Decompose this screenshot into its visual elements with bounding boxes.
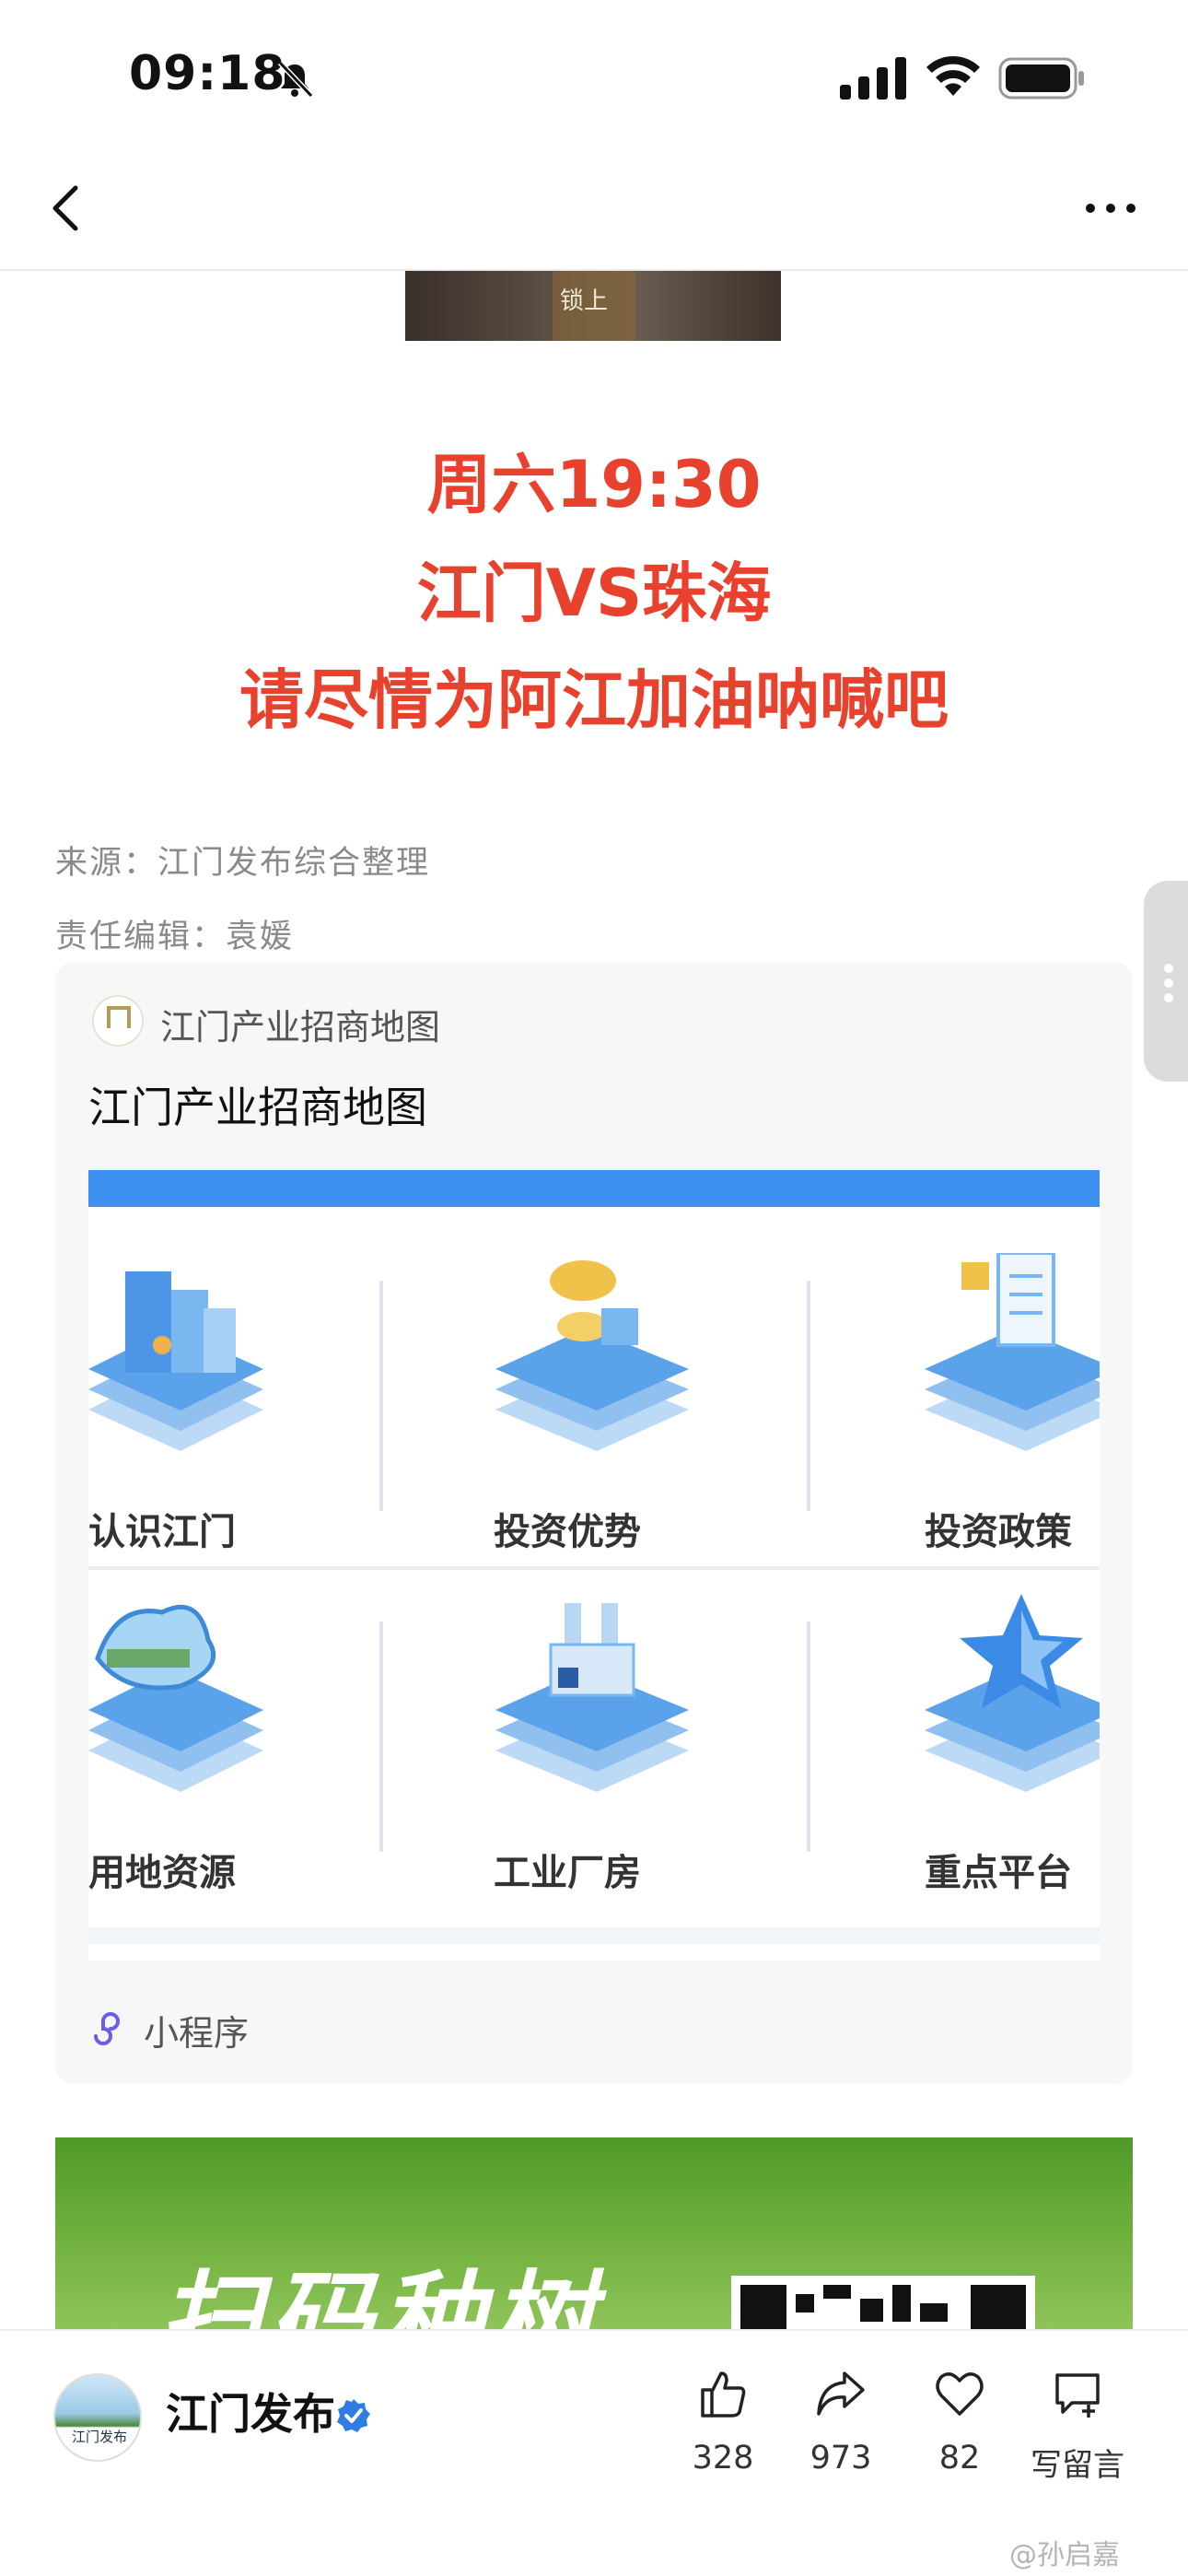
tile-label: 重点平台 (925, 1852, 1072, 1894)
document-icon (925, 1253, 1100, 1451)
write-comment-label: 写留言 (1031, 2447, 1124, 2484)
buildings-icon (88, 1271, 263, 1451)
share-count: 973 (809, 2440, 872, 2476)
bell-slash-icon (277, 60, 314, 99)
factory-icon (495, 1603, 689, 1792)
mini-program-icon (94, 2012, 120, 2045)
image-caption: 锁上 (560, 287, 609, 315)
share-button[interactable]: 973 (786, 2368, 896, 2488)
headline-line-3: 请尽情为阿江加油呐喊吧 (239, 662, 949, 738)
preview-header-bar (88, 1170, 1100, 1207)
tile-investment-policy[interactable]: 投资政策 (925, 1253, 1100, 1585)
tile-label: 投资优势 (494, 1511, 641, 1553)
signal-icon (840, 57, 906, 100)
preview-bottom-strip (88, 1927, 1100, 1944)
mini-program-logo (92, 995, 144, 1047)
grid-divider (807, 1622, 810, 1852)
mini-program-card[interactable]: 江门产业招商地图 江门产业招商地图 认识江门 投资优势 投资政策 用地资源 工业… (55, 962, 1133, 2084)
headline-line-2: 江门VS珠海 (416, 556, 772, 631)
banner-text-art: 扫码种树 (158, 2261, 600, 2331)
thumbs-up-icon (701, 2371, 746, 2418)
handle-dot (1164, 993, 1173, 1002)
article-image: 锁上 (405, 271, 781, 341)
tile-label: 认识江门 (88, 1511, 236, 1553)
tile-know-jiangmen[interactable]: 认识江门 (88, 1253, 392, 1585)
battery-icon (998, 57, 1084, 100)
chevron-left-icon[interactable] (37, 175, 103, 241)
status-bar: 09:18 (0, 0, 1188, 147)
status-time: 09:18 (129, 46, 286, 101)
tile-label: 用地资源 (88, 1852, 236, 1894)
tile-land-resources[interactable]: 用地资源 (88, 1594, 392, 1926)
handle-dot (1164, 978, 1173, 988)
floating-side-handle[interactable] (1144, 881, 1188, 1082)
headline-line-1: 周六19:30 (426, 447, 762, 522)
tile-industrial-plants[interactable]: 工业厂房 (494, 1594, 799, 1926)
tile-investment-advantage[interactable]: 投资优势 (494, 1253, 799, 1585)
article-editor: 责任编辑：袁媛 (55, 919, 295, 955)
wifi-icon (926, 55, 980, 96)
tile-label: 工业厂房 (494, 1852, 641, 1894)
heart-icon (936, 2372, 984, 2416)
account-avatar[interactable]: 江门发布 (53, 2373, 142, 2462)
comment-add-icon (1055, 2373, 1100, 2418)
coins-icon (495, 1260, 689, 1451)
star-icon (925, 1594, 1100, 1792)
mini-program-label: 小程序 (144, 2013, 250, 2054)
qr-code (731, 2276, 1035, 2331)
handle-dot (1164, 964, 1173, 973)
write-comment-button[interactable]: 写留言 (1022, 2368, 1133, 2488)
nav-bar (0, 147, 1188, 271)
promo-banner-image[interactable]: 扫码种树 (55, 2137, 1133, 2331)
land-map-icon (88, 1604, 263, 1792)
bottom-action-bar: 江门发布 江门发布 328 973 82 写留言 @孙启嘉 (0, 2329, 1188, 2576)
more-horizontal-icon[interactable] (1077, 175, 1144, 241)
grid-divider (807, 1281, 810, 1511)
like-button[interactable]: 328 (668, 2368, 778, 2488)
tile-label: 投资政策 (925, 1511, 1072, 1553)
tile-key-platforms[interactable]: 重点平台 (925, 1594, 1100, 1926)
account-name[interactable]: 江门发布 (166, 2381, 335, 2441)
mini-program-preview[interactable]: 认识江门 投资优势 投资政策 用地资源 工业厂房 重点平台 (88, 1170, 1100, 1961)
favorite-count: 82 (938, 2440, 981, 2476)
avatar-text: 江门发布 (71, 2429, 127, 2445)
share-arrow-icon (817, 2371, 865, 2416)
article-source: 来源：江门发布综合整理 (55, 845, 431, 882)
verified-badge-icon (337, 2399, 370, 2432)
mini-program-source: 江门产业招商地图 (160, 1007, 441, 1048)
mini-program-title: 江门产业招商地图 (88, 1083, 427, 1132)
watermark: @孙启嘉 (1009, 2539, 1120, 2571)
favorite-button[interactable]: 82 (904, 2368, 1015, 2488)
like-count: 328 (692, 2440, 754, 2476)
